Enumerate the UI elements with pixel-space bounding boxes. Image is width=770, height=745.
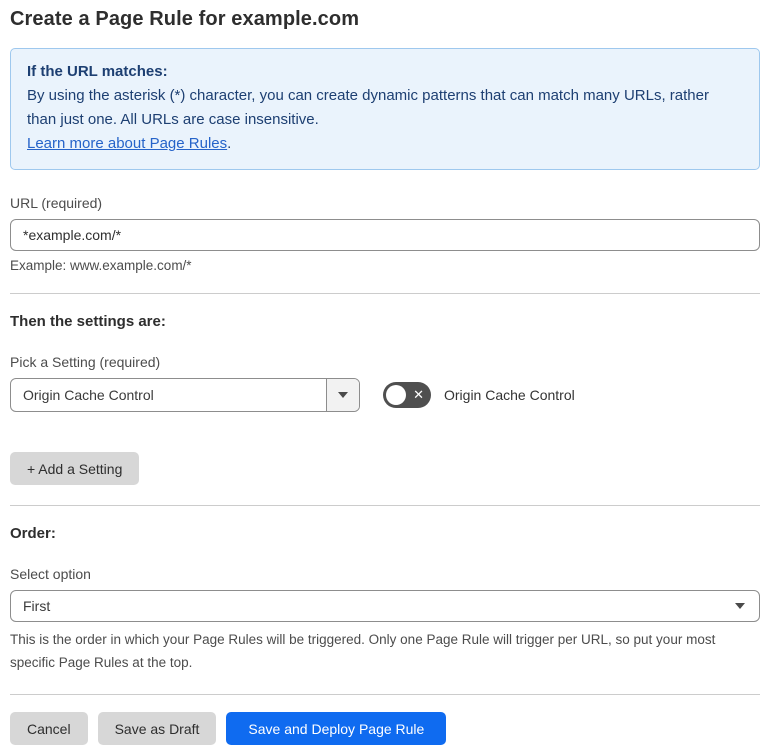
info-box-heading: If the URL matches: [27,63,168,80]
setting-select-value: Origin Cache Control [23,387,154,403]
save-as-draft-button[interactable]: Save as Draft [97,712,217,745]
cancel-button[interactable]: Cancel [10,712,88,745]
settings-section-heading: Then the settings are: [10,313,166,330]
divider [10,293,760,294]
order-select-value: First [23,598,51,614]
footer-actions: Cancel Save as Draft Save and Deploy Pag… [10,712,760,745]
pick-setting-label: Pick a Setting (required) [10,354,161,370]
add-setting-button[interactable]: + Add a Setting [10,452,140,485]
toggle-label: Origin Cache Control [444,387,575,403]
order-select[interactable]: First [10,590,760,622]
order-select-label: Select option [10,566,91,582]
setting-row: Origin Cache Control ✕ Origin Cache Cont… [10,378,760,412]
toggle-knob [386,385,406,405]
order-helper-text: This is the order in which your Page Rul… [10,632,716,670]
url-match-info-box: If the URL matches: By using the asteris… [10,48,760,170]
toggle-off-x-icon: ✕ [413,387,424,402]
url-input[interactable] [10,219,760,251]
create-page-rule-form: Create a Page Rule for example.com If th… [0,0,770,745]
url-field-label: URL (required) [10,195,103,211]
divider [10,505,760,506]
link-suffix: . [227,135,232,152]
chevron-down-icon [735,603,745,609]
learn-more-link[interactable]: Learn more about Page Rules [27,135,227,152]
info-box-body: By using the asterisk (*) character, you… [27,87,709,128]
order-section-heading: Order: [10,525,56,542]
origin-cache-control-toggle[interactable]: ✕ [383,382,431,408]
origin-cache-control-toggle-group: ✕ Origin Cache Control [383,382,575,408]
divider [10,694,760,695]
url-field-helper: Example: www.example.com/* [10,258,192,273]
setting-select[interactable]: Origin Cache Control [10,378,360,412]
page-title: Create a Page Rule for example.com [10,8,360,30]
info-box-link-line: Learn more about Page Rules. [27,132,727,156]
save-and-deploy-button[interactable]: Save and Deploy Page Rule [226,712,447,745]
chevron-down-icon [338,392,348,398]
setting-select-arrow-button[interactable] [326,379,359,411]
